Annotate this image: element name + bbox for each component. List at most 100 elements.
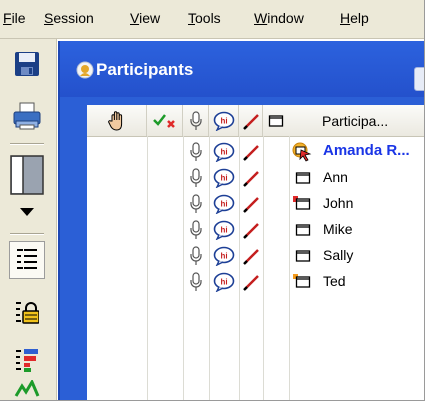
header-video[interactable] [263, 105, 289, 136]
dropdown-arrow-icon [20, 208, 34, 216]
row-microphone[interactable] [183, 243, 209, 269]
header-agree[interactable] [147, 105, 183, 136]
chat-icon: hi [213, 272, 235, 292]
microphone-icon [190, 142, 202, 161]
menu-tools[interactable]: Tools [188, 10, 221, 26]
row-chat[interactable]: hi [209, 165, 239, 191]
menu-bar: File Session View Tools Window Help [0, 0, 424, 39]
menu-tools-rest: ools [195, 10, 221, 26]
panel-title-bar: Participants [60, 41, 424, 97]
participant-name: Sally [323, 247, 354, 263]
status-button[interactable] [8, 379, 46, 399]
participant-row[interactable]: hi Ann [87, 165, 424, 191]
microphone-icon [190, 194, 202, 213]
header-participant-name[interactable]: Participa... [313, 105, 424, 136]
microphone-icon [190, 246, 202, 265]
participant-name: Ann [323, 169, 348, 185]
header-raise-hand[interactable] [87, 105, 147, 136]
locked-list-button[interactable] [8, 295, 46, 329]
chat-icon: hi [213, 142, 235, 162]
print-icon [13, 102, 41, 130]
row-pencil[interactable] [239, 191, 263, 217]
pencil-icon [243, 145, 259, 161]
row-microphone[interactable] [183, 269, 209, 295]
svg-text:hi: hi [220, 226, 227, 235]
panel-menu-button[interactable] [414, 67, 424, 91]
pencil-icon [243, 171, 259, 187]
menu-view[interactable]: View [130, 10, 160, 26]
svg-text:hi: hi [220, 200, 227, 209]
participant-name: John [323, 195, 354, 211]
row-chat[interactable]: hi [209, 139, 239, 165]
participant-row[interactable]: hi Ted [87, 269, 424, 295]
participant-name: Amanda R... [323, 142, 410, 159]
participant-list-button[interactable] [9, 241, 45, 279]
menu-view-accel: V [130, 10, 140, 26]
participant-row[interactable]: hi Amanda R... [87, 139, 424, 165]
svg-text:hi: hi [220, 174, 227, 183]
layout-button[interactable] [8, 151, 46, 199]
toolbar-separator [10, 143, 44, 145]
chat-icon: hi [213, 194, 235, 214]
chat-icon: hi [213, 246, 235, 266]
row-chat[interactable]: hi [209, 191, 239, 217]
header-pencil[interactable] [239, 105, 263, 136]
participants-icon [76, 61, 94, 79]
header-chat[interactable]: hi [209, 105, 239, 136]
chat-icon: hi [213, 168, 235, 188]
row-microphone[interactable] [183, 139, 209, 165]
row-pencil[interactable] [239, 243, 263, 269]
presenter-icon [292, 142, 312, 162]
row-pencil[interactable] [239, 217, 263, 243]
menu-tools-accel: T [188, 10, 195, 26]
menu-help[interactable]: Help [340, 10, 369, 26]
svg-text:hi: hi [220, 116, 227, 125]
layout-dropdown-button[interactable] [8, 201, 46, 223]
participant-row[interactable]: hi Mike [87, 217, 424, 243]
pencil-icon [243, 249, 259, 265]
svg-text:hi: hi [220, 148, 227, 157]
row-microphone[interactable] [183, 165, 209, 191]
row-chat[interactable]: hi [209, 243, 239, 269]
microphone-icon [190, 220, 202, 239]
row-status [287, 269, 317, 295]
left-toolbar [0, 39, 57, 400]
row-pencil[interactable] [239, 139, 263, 165]
microphone-icon [190, 168, 202, 187]
window-icon [295, 250, 311, 262]
save-icon [15, 52, 39, 76]
chat-icon: hi [213, 220, 235, 240]
participant-list-icon [17, 249, 37, 269]
menu-help-rest: elp [350, 10, 369, 26]
menu-view-rest: iew [139, 10, 161, 26]
header-microphone[interactable] [183, 105, 209, 136]
save-button[interactable] [8, 47, 46, 81]
participant-name: Ted [323, 273, 346, 289]
participant-row[interactable]: hi Sally [87, 243, 424, 269]
row-status [287, 139, 317, 165]
row-microphone[interactable] [183, 191, 209, 217]
menu-session[interactable]: Session [44, 10, 94, 26]
color-list-button[interactable] [8, 343, 46, 377]
svg-text:hi: hi [220, 252, 227, 261]
color-list-icon [16, 349, 38, 372]
participant-row[interactable]: hi John [87, 191, 424, 217]
row-pencil[interactable] [239, 165, 263, 191]
row-microphone[interactable] [183, 217, 209, 243]
print-button[interactable] [8, 99, 46, 133]
pencil-icon [243, 223, 259, 239]
window-icon [293, 274, 311, 288]
menu-window[interactable]: Window [254, 10, 304, 26]
menu-file[interactable]: File [3, 10, 26, 26]
row-chat[interactable]: hi [209, 269, 239, 295]
menu-file-accel: F [3, 10, 12, 26]
row-status [287, 243, 317, 269]
row-chat[interactable]: hi [209, 217, 239, 243]
status-icon [14, 380, 40, 397]
participants-panel: Participants hi Participa... hi Amanda R… [58, 41, 424, 400]
row-pencil[interactable] [239, 269, 263, 295]
lock-list-icon [16, 302, 39, 324]
svg-text:hi: hi [220, 278, 227, 287]
menu-session-accel: S [44, 10, 54, 26]
menu-window-rest: indow [267, 10, 304, 26]
